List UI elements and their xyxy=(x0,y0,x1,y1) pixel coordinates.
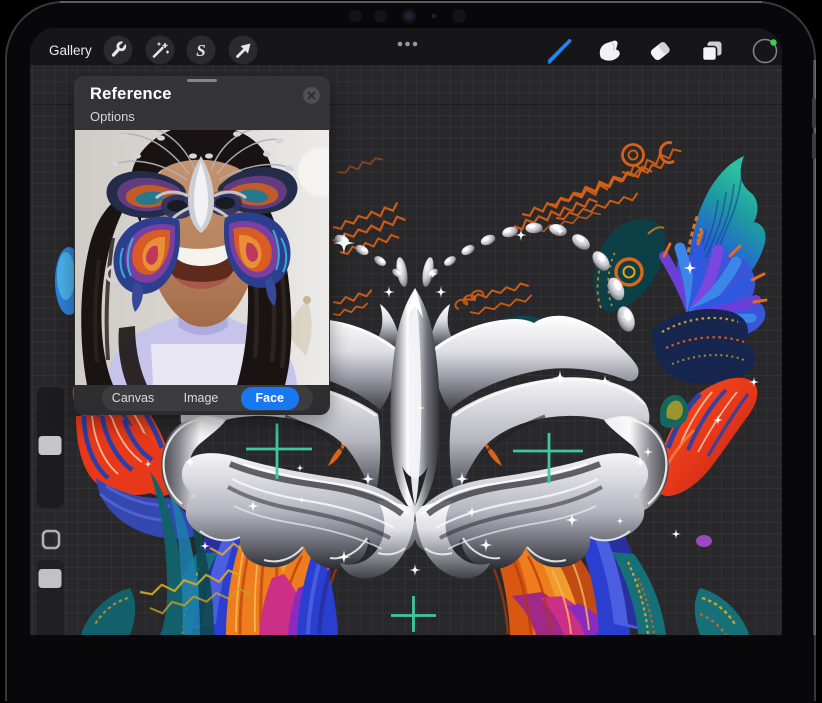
svg-text:Gallery: Gallery xyxy=(49,43,92,58)
svg-text:S: S xyxy=(196,41,205,60)
